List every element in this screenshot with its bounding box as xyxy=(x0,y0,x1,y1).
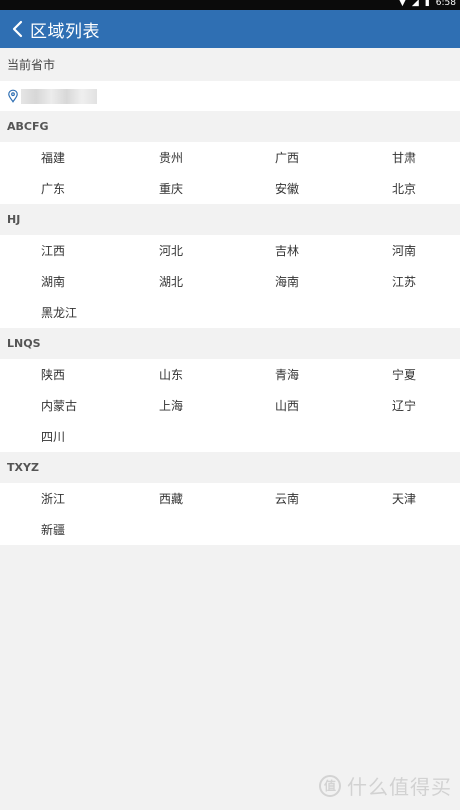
province-item[interactable]: 福建 xyxy=(0,142,115,173)
province-item[interactable]: 广西 xyxy=(230,142,345,173)
watermark-logo-icon: 值 xyxy=(319,774,341,797)
group-header-txyz: TXYZ xyxy=(7,461,39,474)
status-right: ▼ ◢ ▮ 6:58 xyxy=(399,0,456,8)
province-item[interactable]: 湖北 xyxy=(115,266,230,297)
group-body-txyz: 浙江 西藏 云南 天津 新疆 xyxy=(0,483,460,545)
back-arrow-icon[interactable] xyxy=(8,20,26,38)
province-item[interactable]: 海南 xyxy=(230,266,345,297)
blurred-current-location xyxy=(21,88,97,104)
current-region-label: 当前省市 xyxy=(7,58,56,72)
signal-icon: ◢ xyxy=(411,0,419,8)
status-bar: ▼ ◢ ▮ 6:58 xyxy=(0,0,460,10)
province-item[interactable]: 北京 xyxy=(345,173,460,204)
province-item[interactable]: 吉林 xyxy=(230,235,345,266)
province-item[interactable]: 河北 xyxy=(115,235,230,266)
province-group-lnqs: LNQS 陕西 山东 青海 宁夏 内蒙古 上海 山西 辽宁 四川 xyxy=(0,328,460,452)
battery-icon: ▮ xyxy=(424,0,430,8)
watermark-text: 什么值得买 xyxy=(347,775,452,799)
province-item[interactable]: 西藏 xyxy=(115,483,230,514)
province-item[interactable]: 江苏 xyxy=(345,266,460,297)
province-grid-abcfg: 福建 贵州 广西 甘肃 广东 重庆 安徽 北京 xyxy=(0,142,460,204)
group-body-abcfg: 福建 贵州 广西 甘肃 广东 重庆 安徽 北京 xyxy=(0,142,460,204)
province-item[interactable]: 山西 xyxy=(230,390,345,421)
province-grid-txyz: 浙江 西藏 云南 天津 新疆 xyxy=(0,483,460,545)
province-item[interactable]: 山东 xyxy=(115,359,230,390)
province-item[interactable]: 内蒙古 xyxy=(0,390,115,421)
province-item[interactable]: 宁夏 xyxy=(345,359,460,390)
province-item[interactable]: 安徽 xyxy=(230,173,345,204)
province-item[interactable]: 贵州 xyxy=(115,142,230,173)
group-body-lnqs: 陕西 山东 青海 宁夏 内蒙古 上海 山西 辽宁 四川 xyxy=(0,359,460,452)
province-item[interactable]: 浙江 xyxy=(0,483,115,514)
province-group-txyz: TXYZ 浙江 西藏 云南 天津 新疆 xyxy=(0,452,460,545)
group-header-lnqs: LNQS xyxy=(7,337,41,350)
current-region-row[interactable] xyxy=(0,81,460,111)
province-item[interactable]: 重庆 xyxy=(115,173,230,204)
watermark: 值 什么值得买 xyxy=(319,771,452,800)
group-header-abcfg: ABCFG xyxy=(7,120,49,133)
province-group-hj: HJ 江西 河北 吉林 河南 湖南 湖北 海南 江苏 黑龙江 xyxy=(0,204,460,328)
page-title: 区域列表 xyxy=(30,21,100,42)
status-time: 6:58 xyxy=(435,0,456,8)
province-item[interactable]: 江西 xyxy=(0,235,115,266)
province-grid-lnqs: 陕西 山东 青海 宁夏 内蒙古 上海 山西 辽宁 四川 xyxy=(0,359,460,452)
province-item[interactable]: 河南 xyxy=(345,235,460,266)
province-item[interactable]: 青海 xyxy=(230,359,345,390)
province-group-abcfg: ABCFG 福建 贵州 广西 甘肃 广东 重庆 安徽 北京 xyxy=(0,111,460,204)
province-item[interactable]: 新疆 xyxy=(0,514,115,545)
province-item[interactable]: 广东 xyxy=(0,173,115,204)
province-item[interactable]: 陕西 xyxy=(0,359,115,390)
wifi-icon: ▼ xyxy=(398,0,406,8)
province-item[interactable]: 四川 xyxy=(0,421,115,452)
app-bar: 区域列表 xyxy=(0,10,460,48)
province-item[interactable]: 天津 xyxy=(345,483,460,514)
province-item[interactable]: 甘肃 xyxy=(345,142,460,173)
group-header-hj: HJ xyxy=(7,213,21,226)
province-grid-hj: 江西 河北 吉林 河南 湖南 湖北 海南 江苏 黑龙江 xyxy=(0,235,460,328)
province-item[interactable]: 湖南 xyxy=(0,266,115,297)
province-item[interactable]: 黑龙江 xyxy=(0,297,115,328)
province-item[interactable]: 上海 xyxy=(115,390,230,421)
location-pin-icon xyxy=(7,89,19,103)
province-item[interactable]: 云南 xyxy=(230,483,345,514)
group-body-hj: 江西 河北 吉林 河南 湖南 湖北 海南 江苏 黑龙江 xyxy=(0,235,460,328)
province-item[interactable]: 辽宁 xyxy=(345,390,460,421)
